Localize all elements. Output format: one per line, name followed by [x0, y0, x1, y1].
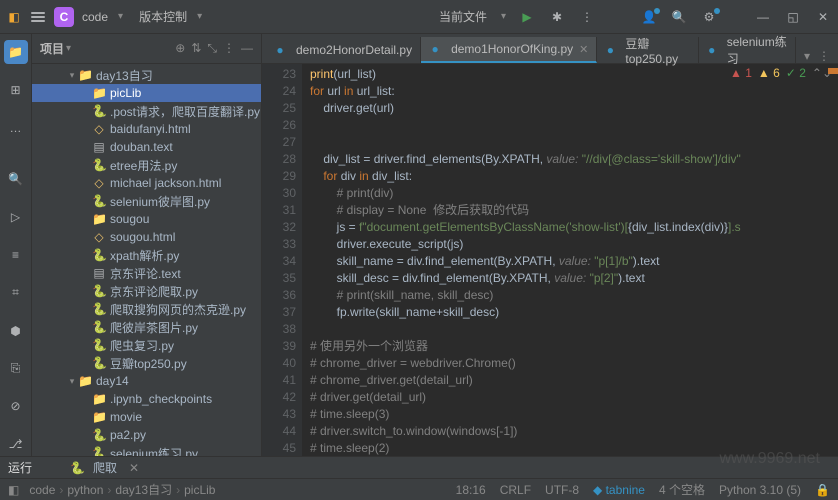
expand-icon[interactable]: ⇅	[191, 41, 201, 56]
project-tree[interactable]: ▾📁day13自习📁picLib🐍.post请求，爬取百度翻译.py◇baidu…	[32, 64, 261, 456]
vcs-tool-icon[interactable]: ⎇	[4, 432, 28, 456]
tree-item[interactable]: 🐍爬彼岸茶图片.py	[32, 318, 261, 336]
structure-tool-icon[interactable]: ⊞	[4, 78, 28, 102]
editor-tab[interactable]: ●demo2HonorDetail.py	[266, 37, 421, 63]
tree-item[interactable]: 📁.ipynb_checkpoints	[32, 390, 261, 408]
python-console-icon[interactable]: ≡	[4, 243, 28, 267]
terminal-tool-icon[interactable]: ⎘	[4, 357, 28, 381]
tree-item[interactable]: 🐍selenium练习.py	[32, 444, 261, 456]
project-badge[interactable]: C	[54, 7, 74, 27]
tree-item[interactable]: 🐍xpath解析.py	[32, 246, 261, 264]
tree-item[interactable]: ◇michael jackson.html	[32, 174, 261, 192]
python-icon: ●	[274, 43, 286, 57]
editor-tab[interactable]: ●demo1HonorOfKing.py✕	[421, 37, 597, 63]
services-tool-icon[interactable]: ⬢	[4, 319, 28, 343]
gutter[interactable]: 2324252627282930313233343536373839404142…	[262, 64, 302, 456]
chevron-down-icon: ▾	[118, 11, 123, 22]
tree-item[interactable]: 🐍爬虫复习.py	[32, 336, 261, 354]
find-tool-icon[interactable]: 🔍	[4, 167, 28, 191]
run-tab-label[interactable]: 运行	[8, 459, 32, 476]
tree-item[interactable]: ▤京东评论.text	[32, 264, 261, 282]
title-bar: ◧ C code ▾ 版本控制 ▾ 当前文件 ▾ ▶ ✱ ⋮ 👤 🔍 ⚙ — ◱…	[0, 0, 838, 34]
tree-item[interactable]: 📁picLib	[32, 84, 261, 102]
sidebar-header: 项目 ▾ ⊕ ⇅ ⤡ ⋮ —	[32, 34, 261, 64]
editor-tab[interactable]: ●豆瓣top250.py	[597, 37, 698, 63]
close-icon[interactable]: ✕	[579, 43, 588, 56]
indent-status[interactable]: 4 个空格	[659, 481, 705, 498]
breadcrumb-segment[interactable]: picLib	[184, 483, 215, 497]
search-icon[interactable]: 🔍	[670, 10, 688, 24]
more-icon[interactable]: ⋮	[223, 41, 235, 56]
code-content[interactable]: print(url_list)for url in url_list: driv…	[302, 64, 838, 456]
tree-item[interactable]: ◇baidufanyi.html	[32, 120, 261, 138]
close-icon[interactable]: ✕	[129, 461, 139, 475]
tree-item[interactable]: 🐍京东评论爬取.py	[32, 282, 261, 300]
close-icon[interactable]: ✕	[814, 10, 832, 24]
vcs-menu[interactable]: 版本控制	[139, 8, 187, 25]
breadcrumb[interactable]: code›python›day13自习›picLib	[29, 481, 215, 498]
more-icon[interactable]: ⋮	[578, 10, 596, 24]
debug-icon[interactable]: ✱	[548, 10, 566, 24]
tool-toggle-icon[interactable]: ◧	[8, 483, 19, 497]
tree-item[interactable]: 🐍豆瓣top250.py	[32, 354, 261, 372]
run-icon[interactable]: ▶	[518, 10, 536, 24]
chevron-down-icon: ▾	[197, 11, 202, 22]
activity-bar: 📁 ⊞ … 🔍 ▷ ≡ ⌗ ⬢ ⎘ ⊘ ⎇	[0, 34, 32, 456]
interpreter-status[interactable]: Python 3.10 (5)	[719, 483, 801, 497]
sidebar-title[interactable]: 项目	[40, 40, 64, 57]
code-area[interactable]: ▲ 1 ▲ 6 ✓ 2 ⌃⌄ 2324252627282930313233343…	[262, 64, 838, 456]
packages-tool-icon[interactable]: ⌗	[4, 281, 28, 305]
tabnine-status[interactable]: ◆ tabnine	[593, 483, 645, 497]
python-icon: ●	[707, 43, 717, 57]
lock-icon[interactable]: 🔒	[815, 483, 830, 497]
python-icon: ●	[429, 42, 441, 56]
file-encoding[interactable]: UTF-8	[545, 483, 579, 497]
code-with-me-icon[interactable]: 👤	[640, 10, 658, 24]
tree-item[interactable]: 🐍selenium彼岸图.py	[32, 192, 261, 210]
caret-position[interactable]: 18:16	[456, 483, 486, 497]
project-tool-icon[interactable]: 📁	[4, 40, 28, 64]
main-menu-icon[interactable]	[30, 9, 46, 25]
tree-item[interactable]: 🐍etree用法.py	[32, 156, 261, 174]
tree-item[interactable]: ▾📁day14	[32, 372, 261, 390]
tree-item[interactable]: ◇sougou.html	[32, 228, 261, 246]
tree-item[interactable]: 📁movie	[32, 408, 261, 426]
tree-item[interactable]: ▤douban.text	[32, 138, 261, 156]
editor: ●demo2HonorDetail.py●demo1HonorOfKing.py…	[262, 34, 838, 456]
status-bar: ◧ code›python›day13自习›picLib 18:16 CRLF …	[0, 478, 838, 500]
main-area: 📁 ⊞ … 🔍 ▷ ≡ ⌗ ⬢ ⎘ ⊘ ⎇ 项目 ▾ ⊕ ⇅ ⤡ ⋮ — ▾📁d…	[0, 34, 838, 456]
line-separator[interactable]: CRLF	[500, 483, 531, 497]
collapse-icon[interactable]: ⤡	[207, 41, 217, 56]
tree-item[interactable]: 🐍.post请求，爬取百度翻译.py	[32, 102, 261, 120]
tree-item[interactable]: 📁sougou	[32, 210, 261, 228]
tool-window-icon[interactable]: ◧	[6, 9, 22, 25]
python-icon: ●	[605, 43, 615, 57]
restore-icon[interactable]: ◱	[784, 10, 802, 24]
minimize-icon[interactable]: —	[754, 10, 772, 24]
editor-tabs: ●demo2HonorDetail.py●demo1HonorOfKing.py…	[262, 34, 838, 64]
run-tool-bar: 运行 🐍 爬取 ✕	[0, 456, 838, 478]
tree-item[interactable]: ▾📁day13自习	[32, 66, 261, 84]
tree-item[interactable]: 🐍pa2.py	[32, 426, 261, 444]
project-sidebar: 项目 ▾ ⊕ ⇅ ⤡ ⋮ — ▾📁day13自习📁picLib🐍.post请求，…	[32, 34, 262, 456]
tree-item[interactable]: 🐍爬取搜狗网页的杰克逊.py	[32, 300, 261, 318]
breadcrumb-segment[interactable]: code	[29, 483, 55, 497]
tab-dropdown-icon[interactable]: ▾	[804, 49, 810, 63]
problems-tool-icon[interactable]: ⊘	[4, 394, 28, 418]
editor-tab[interactable]: ●selenium练习	[699, 37, 796, 63]
python-icon: 🐍	[70, 461, 85, 475]
bookmarks-tool-icon[interactable]: …	[4, 116, 28, 140]
hide-icon[interactable]: —	[241, 41, 253, 56]
settings-icon[interactable]: ⚙	[700, 10, 718, 24]
chevron-down-icon: ▾	[501, 11, 506, 22]
chevron-down-icon[interactable]: ▾	[66, 43, 71, 54]
locate-icon[interactable]: ⊕	[175, 41, 185, 56]
project-name[interactable]: code	[82, 10, 108, 24]
run-config-name[interactable]: 爬取	[93, 459, 117, 476]
run-tool-icon[interactable]: ▷	[4, 205, 28, 229]
tab-more-icon[interactable]: ⋮	[818, 49, 830, 63]
breadcrumb-segment[interactable]: python	[67, 483, 103, 497]
breadcrumb-segment[interactable]: day13自习	[115, 481, 172, 498]
run-config-label[interactable]: 当前文件	[439, 8, 487, 25]
